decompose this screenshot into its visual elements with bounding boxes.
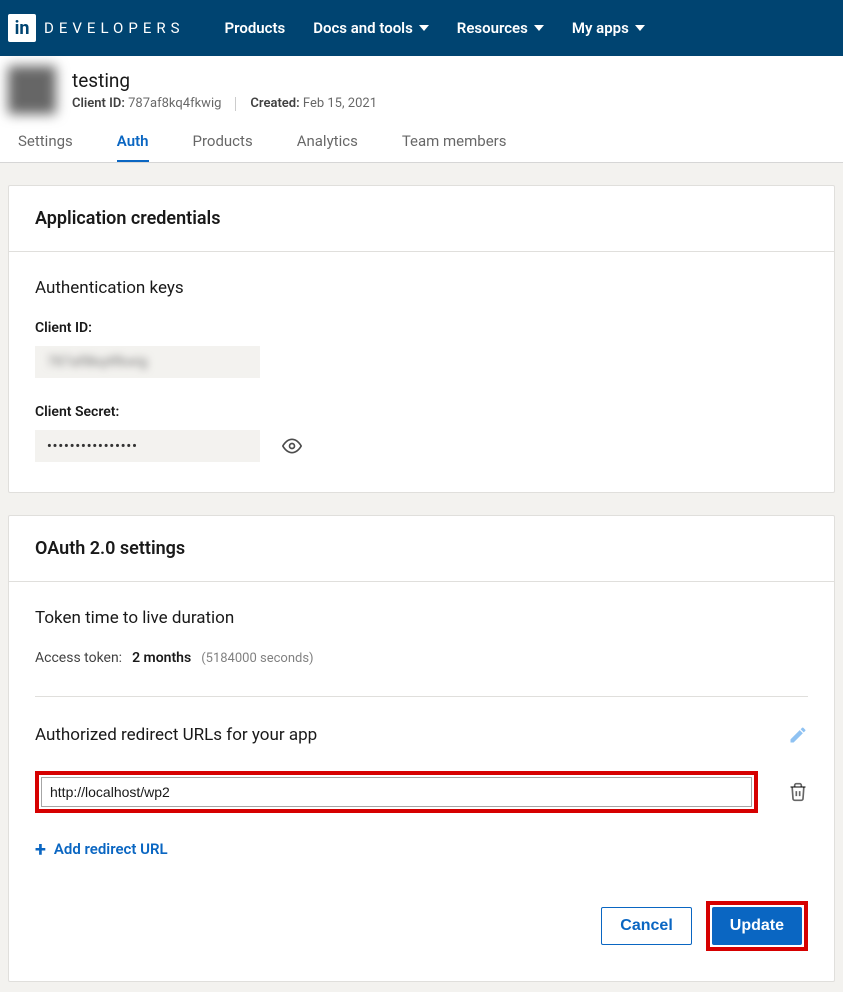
access-token-value: 2 months bbox=[132, 650, 191, 666]
plus-icon: + bbox=[35, 837, 46, 861]
redirect-url-highlight bbox=[35, 771, 758, 813]
nav-resources[interactable]: Resources bbox=[457, 19, 544, 37]
eye-icon[interactable] bbox=[282, 436, 302, 456]
credentials-card: Application credentials Authentication k… bbox=[8, 185, 835, 493]
chevron-down-icon bbox=[534, 25, 544, 31]
nav-docs-tools[interactable]: Docs and tools bbox=[313, 19, 429, 37]
app-title: testing bbox=[72, 69, 377, 92]
meta-divider bbox=[235, 97, 236, 111]
tab-auth[interactable]: Auth bbox=[117, 124, 149, 162]
chevron-down-icon bbox=[635, 25, 645, 31]
access-token-seconds: (5184000 seconds) bbox=[201, 651, 313, 666]
add-redirect-url-link[interactable]: + Add redirect URL bbox=[35, 837, 808, 861]
client-id-meta: Client ID: 787af8kq4fkwig bbox=[72, 96, 221, 111]
oauth-card: OAuth 2.0 settings Token time to live du… bbox=[8, 515, 835, 982]
redirect-url-input[interactable] bbox=[41, 777, 752, 807]
nav-label: Docs and tools bbox=[313, 19, 413, 37]
update-button[interactable]: Update bbox=[712, 907, 802, 945]
pencil-icon[interactable] bbox=[788, 725, 808, 745]
client-id-value: 787af8kq4fkwig bbox=[47, 354, 148, 370]
tabs: Settings Auth Products Analytics Team me… bbox=[8, 124, 825, 162]
client-secret-box: •••••••••••••••• bbox=[35, 430, 260, 462]
client-id-label: Client ID: bbox=[35, 320, 808, 336]
cancel-button[interactable]: Cancel bbox=[601, 907, 691, 945]
nav-products[interactable]: Products bbox=[225, 19, 286, 37]
trash-icon[interactable] bbox=[788, 780, 808, 804]
client-secret-value: •••••••••••••••• bbox=[47, 439, 138, 454]
credentials-card-title: Application credentials bbox=[9, 186, 834, 252]
tab-team-members[interactable]: Team members bbox=[402, 124, 507, 162]
redirect-urls-title: Authorized redirect URLs for your app bbox=[35, 725, 317, 745]
nav-label: My apps bbox=[572, 19, 629, 37]
app-avatar bbox=[8, 66, 56, 114]
tab-analytics[interactable]: Analytics bbox=[297, 124, 358, 162]
nav-label: Resources bbox=[457, 19, 528, 37]
auth-keys-subtitle: Authentication keys bbox=[35, 278, 808, 298]
nav-my-apps[interactable]: My apps bbox=[572, 19, 645, 37]
tab-products[interactable]: Products bbox=[193, 124, 253, 162]
client-id-box: 787af8kq4fkwig bbox=[35, 346, 260, 378]
oauth-card-title: OAuth 2.0 settings bbox=[9, 516, 834, 582]
top-nav-bar: in DEVELOPERS Products Docs and tools Re… bbox=[0, 0, 843, 56]
section-divider bbox=[35, 696, 808, 697]
tab-settings[interactable]: Settings bbox=[18, 124, 73, 162]
logo-block[interactable]: in DEVELOPERS bbox=[8, 14, 185, 42]
created-meta: Created: Feb 15, 2021 bbox=[250, 96, 377, 111]
access-token-label: Access token: bbox=[35, 650, 122, 666]
chevron-down-icon bbox=[419, 25, 429, 31]
add-redirect-url-label: Add redirect URL bbox=[54, 840, 168, 858]
update-button-highlight: Update bbox=[706, 901, 808, 951]
linkedin-icon: in bbox=[8, 14, 36, 42]
nav-label: Products bbox=[225, 19, 286, 37]
ttl-title: Token time to live duration bbox=[35, 608, 808, 628]
app-header: testing Client ID: 787af8kq4fkwig Create… bbox=[0, 56, 843, 163]
client-secret-label: Client Secret: bbox=[35, 404, 808, 420]
logo-text: DEVELOPERS bbox=[44, 19, 185, 37]
